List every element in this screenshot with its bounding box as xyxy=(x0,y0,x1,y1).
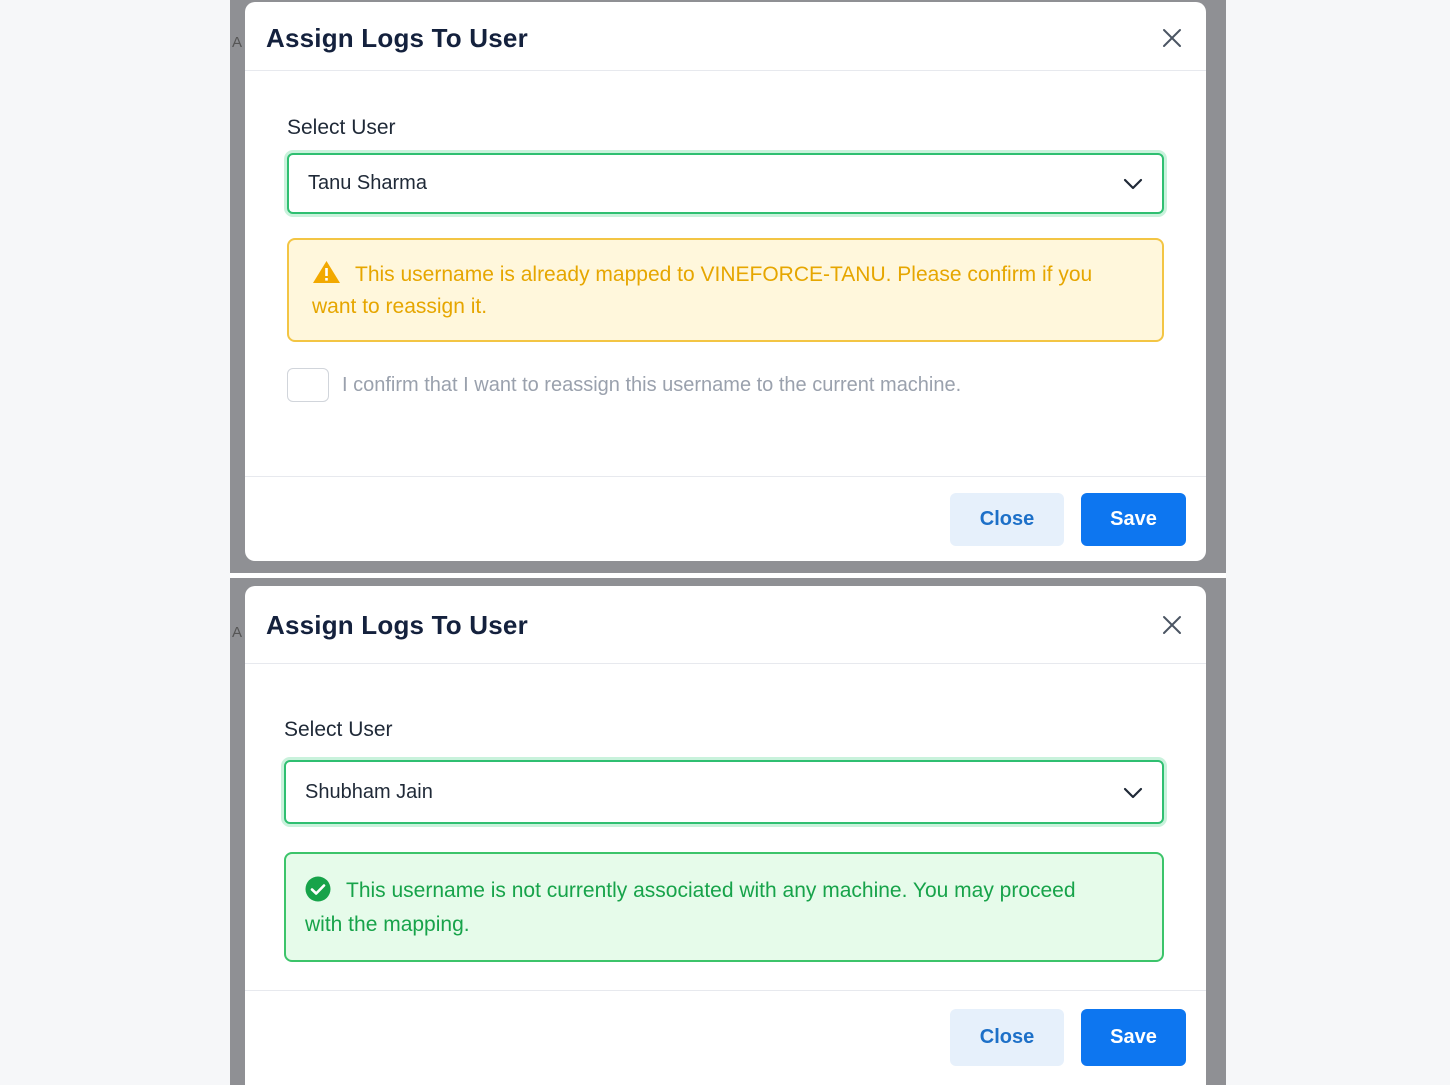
dialog-title: Assign Logs To User xyxy=(266,23,528,53)
warning-alert-text: This username is already mapped to VINEF… xyxy=(312,263,1093,318)
assign-logs-dialog: Assign Logs To User Select User Tanu Sha… xyxy=(245,2,1206,561)
background-text: A xyxy=(232,34,243,51)
chevron-down-icon xyxy=(1123,178,1143,190)
dialog-title: Assign Logs To User xyxy=(266,610,528,640)
confirm-reassign-label: I confirm that I want to reassign this u… xyxy=(342,374,962,396)
warning-triangle-icon xyxy=(313,261,340,283)
screenshot-bottom: A Assign Logs To User Select User Shubha… xyxy=(230,578,1226,1085)
save-button[interactable]: Save xyxy=(1081,1009,1186,1066)
dialog-header: Assign Logs To User xyxy=(245,2,1206,71)
selected-user: Shubham Jain xyxy=(305,781,433,803)
close-icon[interactable] xyxy=(1160,613,1184,637)
success-alert-text: This username is not currently associate… xyxy=(305,879,1076,936)
select-user-label: Select User xyxy=(284,718,393,741)
user-select[interactable]: Shubham Jain xyxy=(284,760,1164,824)
assign-logs-dialog: Assign Logs To User Select User Shubham … xyxy=(245,586,1206,1085)
background-right xyxy=(1226,0,1450,1085)
selected-user: Tanu Sharma xyxy=(308,172,427,194)
user-select[interactable]: Tanu Sharma xyxy=(287,153,1164,214)
close-icon[interactable] xyxy=(1160,26,1184,50)
save-button[interactable]: Save xyxy=(1081,493,1186,546)
warning-alert: This username is already mapped to VINEF… xyxy=(287,238,1164,342)
success-alert: This username is not currently associate… xyxy=(284,852,1164,962)
footer-divider xyxy=(245,990,1206,991)
select-user-label: Select User xyxy=(287,116,396,139)
confirm-reassign-checkbox[interactable] xyxy=(287,368,329,402)
dialog-header: Assign Logs To User xyxy=(245,586,1206,664)
check-circle-icon xyxy=(305,876,331,902)
close-button[interactable]: Close xyxy=(950,1009,1064,1066)
chevron-down-icon xyxy=(1123,787,1143,799)
screenshot-top: A Assign Logs To User Select User Tanu S… xyxy=(230,0,1226,573)
close-button[interactable]: Close xyxy=(950,493,1064,546)
background-left xyxy=(0,0,230,1085)
footer-divider xyxy=(245,476,1206,477)
background-text: A xyxy=(232,624,243,641)
